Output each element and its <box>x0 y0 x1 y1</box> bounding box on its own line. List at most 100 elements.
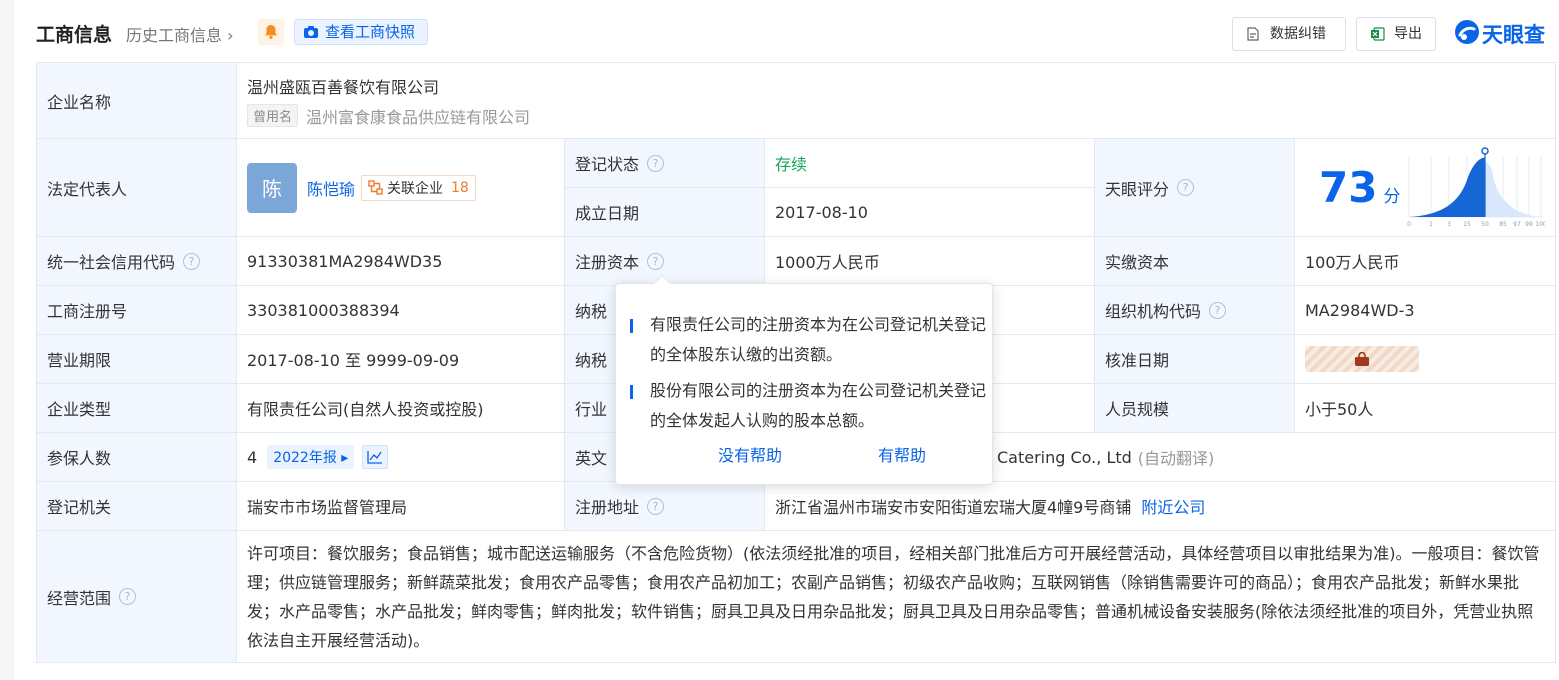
label-text: 统一社会信用代码 <box>47 253 176 272</box>
tianyancha-logo-icon <box>1455 20 1479 44</box>
value-org-code: MA2984WD-3 <box>1295 286 1555 335</box>
related-companies-count: 18 <box>451 179 469 196</box>
label-term: 营业期限 <box>37 335 237 384</box>
value-reg-capital: 1000万人民币 <box>765 237 1095 286</box>
label-paid-capital: 实缴资本 <box>1095 237 1295 286</box>
export-label: 导出 <box>1394 26 1422 42</box>
value-insured: 4 2022年报 ▸ <box>237 433 565 482</box>
label-tianyan-score: 天眼评分? <box>1095 139 1295 237</box>
tick-8: 100 <box>1535 221 1545 228</box>
data-correction-label: 数据纠错 <box>1270 26 1326 42</box>
not-helpful-button[interactable]: 没有帮助 <box>718 442 782 466</box>
help-icon[interactable]: ? <box>647 497 665 515</box>
value-company-type: 有限责任公司(自然人投资或控股) <box>237 384 565 433</box>
related-companies-button[interactable]: 关联企业 18 <box>361 174 476 201</box>
label-reg-number: 工商注册号 <box>37 286 237 335</box>
help-icon[interactable]: ? <box>647 252 665 270</box>
tick-3: 15 <box>1463 221 1471 228</box>
help-icon[interactable]: ? <box>183 252 201 270</box>
label-text: 营业期限 <box>47 351 112 370</box>
score-unit: 分 <box>1383 187 1401 207</box>
value-scope: 许可项目：餐饮服务；食品销售；城市配送运输服务（不含危险货物）(依法须经批准的项… <box>237 531 1555 662</box>
tick-6: 97 <box>1513 221 1521 228</box>
label-text: 人员规模 <box>1105 400 1170 419</box>
english-name-value: Catering Co., Ltd <box>997 447 1132 467</box>
label-text: 法定代表人 <box>47 179 128 199</box>
authority-value: 瑞安市市场监督管理局 <box>247 498 408 517</box>
company-name: 温州盛瓯百善餐饮有限公司 <box>247 77 440 97</box>
staff-size-value: 小于50人 <box>1305 400 1374 419</box>
left-edge <box>0 0 14 680</box>
label-text: 参保人数 <box>47 449 112 468</box>
reg-number-value: 330381000388394 <box>247 300 400 320</box>
brand-name: 天眼查 <box>1482 23 1545 47</box>
related-company-icon <box>368 180 383 195</box>
founded-value: 2017-08-10 <box>775 202 868 222</box>
label-reg-status: 登记状态? <box>565 139 765 188</box>
document-icon <box>1247 27 1259 41</box>
label-text: 实缴资本 <box>1105 253 1170 272</box>
label-text: 组织机构代码 <box>1105 302 1202 321</box>
help-icon[interactable]: ? <box>647 154 665 172</box>
annual-report-button[interactable]: 2022年报 ▸ <box>267 445 355 469</box>
value-tianyan-score: 73 分 0 1 3 15 50 85 97 99 100 <box>1295 139 1555 237</box>
help-icon[interactable]: ? <box>1177 179 1195 196</box>
label-legal-rep: 法定代表人 <box>37 139 237 237</box>
history-link[interactable]: 历史工商信息 › <box>126 22 234 46</box>
label-text: 工商注册号 <box>47 302 128 321</box>
company-type-value: 有限责任公司(自然人投资或控股) <box>247 400 484 419</box>
paid-capital-value: 100万人民币 <box>1305 253 1400 272</box>
section-header: 工商信息 历史工商信息 › 查看工商快照 数据纠错 导出 天眼查 <box>36 16 1559 51</box>
export-button[interactable]: 导出 <box>1356 17 1436 51</box>
help-icon[interactable]: ? <box>119 588 137 605</box>
data-correction-button[interactable]: 数据纠错 <box>1232 17 1346 51</box>
helpful-button[interactable]: 有帮助 <box>878 442 926 466</box>
label-text: 英文 <box>575 449 608 468</box>
label-scope: 经营范围? <box>37 531 237 662</box>
excel-icon <box>1371 27 1385 41</box>
help-icon[interactable]: ? <box>1209 301 1227 319</box>
avatar[interactable]: 陈 <box>247 162 297 213</box>
scope-value: 许可项目：餐饮服务；食品销售；城市配送运输服务（不含危险货物）(依法须经批准的项… <box>247 543 1540 650</box>
value-term: 2017-08-10 至 9999-09-09 <box>237 335 565 384</box>
score-distribution-chart: 0 1 3 15 50 85 97 99 100 <box>1407 147 1545 228</box>
snapshot-button-label: 查看工商快照 <box>325 23 416 41</box>
snapshot-button[interactable]: 查看工商快照 <box>294 19 428 45</box>
score-chart-ticks: 0 1 3 15 50 85 97 99 100 <box>1407 221 1545 228</box>
term-value: 2017-08-10 至 9999-09-09 <box>247 351 460 370</box>
label-text: 纳税 <box>575 351 608 370</box>
tick-1: 1 <box>1429 221 1433 228</box>
value-paid-capital: 100万人民币 <box>1295 237 1555 286</box>
label-text: 企业名称 <box>47 92 112 112</box>
trend-chart-button[interactable] <box>362 445 389 469</box>
legal-rep-name-link[interactable]: 陈恺瑜 <box>307 176 355 200</box>
tick-2: 3 <box>1447 221 1451 228</box>
section-title: 工商信息 <box>36 24 113 46</box>
org-code-value: MA2984WD-3 <box>1305 300 1415 320</box>
label-text: 企业类型 <box>47 400 112 419</box>
value-address: 浙江省温州市瑞安市安阳街道宏瑞大厦4幢9号商铺 附近公司 <box>765 482 1555 531</box>
nearby-companies-link[interactable]: 附近公司 <box>1141 494 1205 518</box>
bell-icon[interactable] <box>258 19 284 45</box>
credit-code-value: 91330381MA2984WD35 <box>247 251 443 271</box>
tick-5: 85 <box>1499 221 1507 228</box>
label-text: 注册资本 <box>575 253 640 272</box>
tick-0: 0 <box>1407 221 1411 228</box>
label-text: 登记机关 <box>47 498 112 517</box>
former-name: 温州富食康食品供应链有限公司 <box>306 107 531 127</box>
value-staff-size: 小于50人 <box>1295 384 1555 433</box>
former-name-line: 曾用名 温州富食康食品供应链有限公司 <box>247 104 530 128</box>
tick-4: 50 <box>1481 221 1489 228</box>
reg-status-value: 存续 <box>775 155 808 174</box>
locked-value[interactable] <box>1305 346 1419 372</box>
label-text: 注册地址 <box>575 498 640 517</box>
auto-translate-label: (自动翻译) <box>1137 449 1215 468</box>
insured-value: 4 <box>247 447 258 467</box>
label-text: 经营范围 <box>47 588 112 608</box>
value-approval-date <box>1295 335 1555 384</box>
label-insured: 参保人数 <box>37 433 237 482</box>
tick-7: 99 <box>1525 221 1533 228</box>
reg-capital-value: 1000万人民币 <box>775 253 880 272</box>
label-address: 注册地址? <box>565 482 765 531</box>
label-approval-date: 核准日期 <box>1095 335 1295 384</box>
